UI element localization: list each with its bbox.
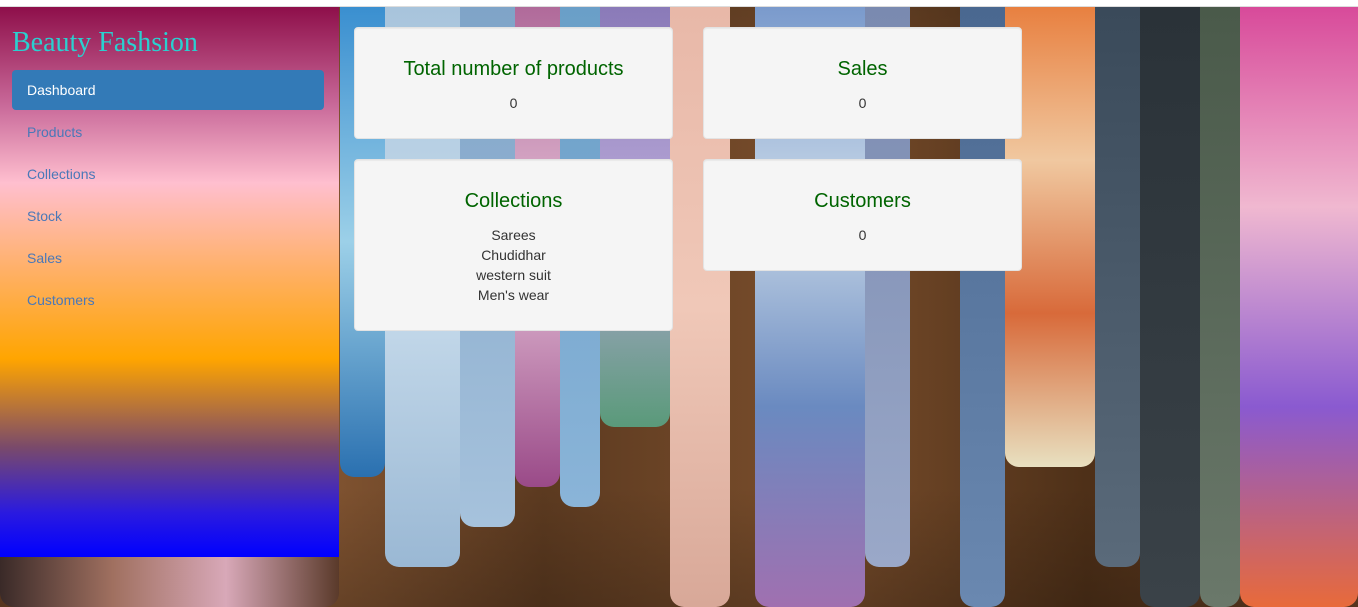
- sidebar-item-products[interactable]: Products: [12, 112, 324, 152]
- customers-card: Customers 0: [703, 159, 1022, 271]
- browser-top-edge: [0, 0, 1358, 7]
- list-item: Men's wear: [477, 287, 550, 303]
- list-item: Chudidhar: [481, 247, 546, 263]
- sidebar-item-stock[interactable]: Stock: [12, 196, 324, 236]
- customers-count: 0: [858, 227, 867, 243]
- list-item: Sarees: [491, 227, 536, 243]
- collections-list: Sarees Chudidhar western suit Men's wear: [355, 225, 672, 305]
- sidebar-nav: Dashboard Products Collections Stock Sal…: [12, 70, 324, 322]
- sidebar: Beauty Fashsion Dashboard Products Colle…: [0, 7, 339, 557]
- customers-card-title: Customers: [814, 190, 911, 212]
- products-card: Total number of products 0: [354, 27, 673, 139]
- collections-card-title: Collections: [464, 190, 563, 212]
- collections-card: Collections Sarees Chudidhar western sui…: [354, 159, 673, 331]
- sales-count: 0: [858, 95, 867, 111]
- sidebar-item-dashboard[interactable]: Dashboard: [12, 70, 324, 110]
- sidebar-item-customers[interactable]: Customers: [12, 280, 324, 320]
- list-item: western suit: [476, 267, 551, 283]
- brand-title[interactable]: Beauty Fashsion: [12, 27, 198, 59]
- sidebar-item-collections[interactable]: Collections: [12, 154, 324, 194]
- sales-card-title: Sales: [837, 58, 888, 80]
- sidebar-item-sales[interactable]: Sales: [12, 238, 324, 278]
- products-count: 0: [509, 95, 518, 111]
- sales-card: Sales 0: [703, 27, 1022, 139]
- products-card-title: Total number of products: [403, 58, 624, 80]
